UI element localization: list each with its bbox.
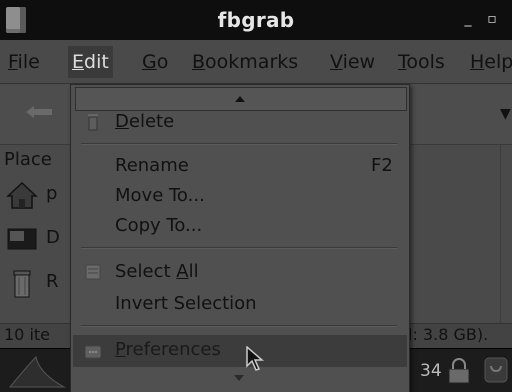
- menu-bookmarks[interactable]: Bookmarks: [192, 49, 298, 75]
- menu-item-copy-to[interactable]: Copy To...: [115, 215, 202, 236]
- scroll-up-arrow-icon: [235, 96, 245, 102]
- preferences-icon: [85, 345, 101, 359]
- menu-help[interactable]: Help: [470, 49, 512, 75]
- toolbar-overflow-icon[interactable]: ▼: [500, 106, 511, 122]
- menu-tools[interactable]: Tools: [398, 49, 445, 75]
- delete-icon: [88, 114, 98, 131]
- menu-edit[interactable]: Edit: [68, 46, 113, 78]
- place-home[interactable]: p: [6, 175, 72, 215]
- clock[interactable]: 34: [420, 361, 442, 381]
- menu-separator: [81, 325, 397, 327]
- menu-scroll-up-button[interactable]: [75, 87, 407, 111]
- maximize-button[interactable]: ▫: [484, 11, 500, 27]
- menu-item-rename[interactable]: Rename: [115, 155, 189, 176]
- menu-go[interactable]: Go: [142, 49, 168, 75]
- menu-item-preferences[interactable]: Preferences: [115, 339, 221, 360]
- window-title: fbgrab: [217, 8, 295, 32]
- minimize-button[interactable]: _: [460, 11, 476, 27]
- select-all-icon: [85, 264, 101, 280]
- menu-view[interactable]: View: [330, 49, 375, 75]
- pane-divider[interactable]: [500, 145, 501, 323]
- menu-separator: [81, 143, 397, 145]
- status-free-space: l: 3.8 GB).: [408, 325, 489, 344]
- places-label: Place: [4, 149, 52, 170]
- place-desktop[interactable]: D: [6, 219, 72, 259]
- menu-bar: File Edit Go Bookmarks View Tools Help: [0, 40, 512, 84]
- desktop-icon: [7, 228, 37, 250]
- home-icon: [6, 181, 38, 209]
- shield-icon[interactable]: [484, 357, 508, 383]
- side-pane: Place p D R: [0, 145, 73, 323]
- mouse-cursor-icon: [246, 346, 264, 371]
- menu-item-invert-selection[interactable]: Invert Selection: [115, 293, 257, 314]
- rename-shortcut: F2: [371, 155, 393, 176]
- menu-item-move-to[interactable]: Move To...: [115, 185, 205, 206]
- scroll-down-arrow-icon: [234, 375, 244, 381]
- edit-menu-dropdown: Delete Rename F2 Move To... Copy To... S…: [70, 84, 410, 392]
- menu-item-select-all[interactable]: Select All: [115, 261, 199, 282]
- menu-separator: [81, 247, 397, 249]
- lock-icon[interactable]: [446, 357, 472, 385]
- start-menu-icon[interactable]: [6, 355, 66, 389]
- status-item-count: 10 ite: [4, 325, 51, 344]
- menu-file[interactable]: File: [8, 49, 40, 75]
- back-arrow-icon[interactable]: [26, 106, 52, 118]
- title-bar[interactable]: fbgrab _ ▫: [0, 0, 512, 40]
- menu-item-delete[interactable]: Delete: [115, 111, 174, 132]
- place-trash[interactable]: R: [6, 263, 72, 303]
- trash-icon: [13, 270, 31, 298]
